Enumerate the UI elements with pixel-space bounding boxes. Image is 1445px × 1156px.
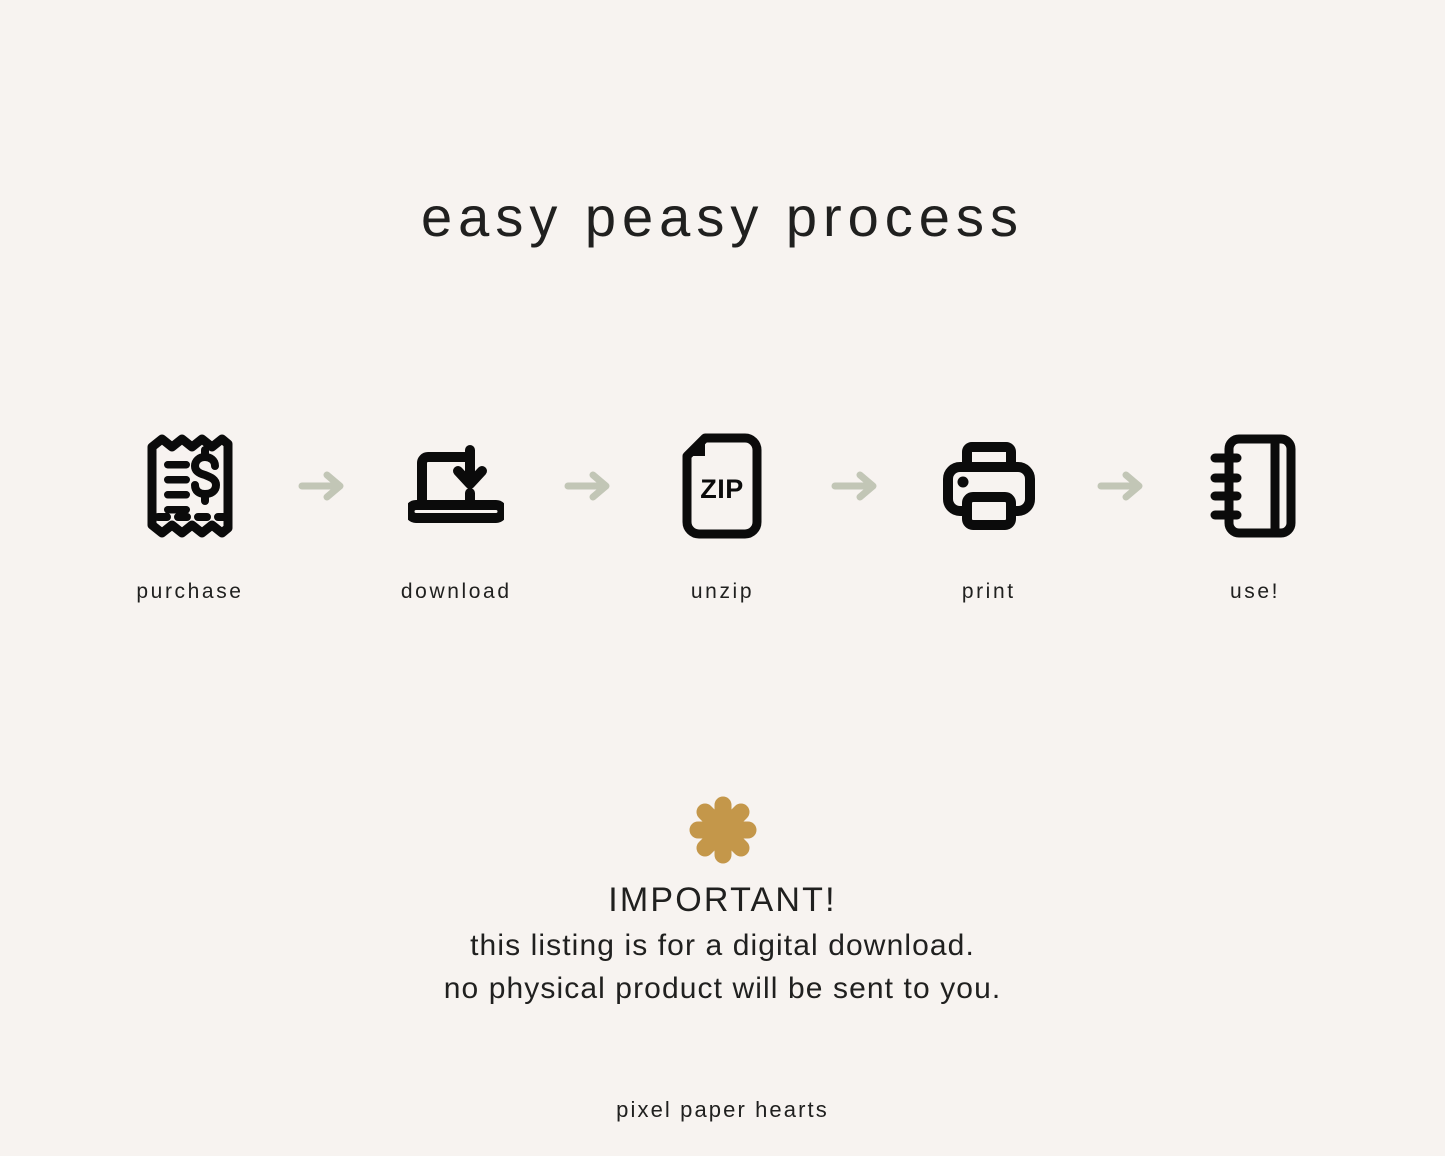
step-label-print: print [961, 580, 1016, 603]
receipt-dollar-icon [142, 430, 238, 542]
important-line-1: this listing is for a digital download. [470, 928, 975, 962]
step-download: download [386, 430, 526, 604]
arrow-right-icon [554, 430, 624, 542]
step-print: print [919, 430, 1059, 604]
step-label-use: use! [1229, 580, 1281, 603]
printer-icon [940, 430, 1038, 542]
arrow-right-icon [821, 430, 891, 542]
step-purchase: purchase [120, 430, 260, 604]
arrow-right-icon [1087, 430, 1157, 542]
important-notice: IMPORTANT! this listing is for a digital… [0, 878, 1445, 1011]
step-use: use! [1185, 430, 1325, 604]
laptop-download-icon [408, 430, 505, 542]
zip-file-label: ZIP [700, 474, 744, 504]
zip-file-icon: ZIP [677, 430, 769, 542]
step-label-purchase: purchase [136, 580, 244, 603]
important-line-2: no physical product will be sent to you. [443, 972, 1002, 1006]
step-label-unzip: unzip [690, 580, 755, 603]
asterisk-starburst-icon [0, 795, 1445, 865]
brand-footer: pixel paper hearts [616, 1097, 829, 1122]
spiral-notebook-icon [1209, 430, 1301, 542]
step-unzip: ZIP unzip [653, 430, 793, 604]
process-steps-row: purchase download ZIP unzip print use! [120, 430, 1325, 604]
step-label-download: download [400, 580, 512, 603]
easy-peasy-process-graphic: easy peasy process purchase download ZIP… [0, 0, 1445, 1156]
page-title: easy peasy process [421, 185, 1024, 248]
important-heading: IMPORTANT! [608, 881, 837, 919]
arrow-right-icon [288, 430, 358, 542]
